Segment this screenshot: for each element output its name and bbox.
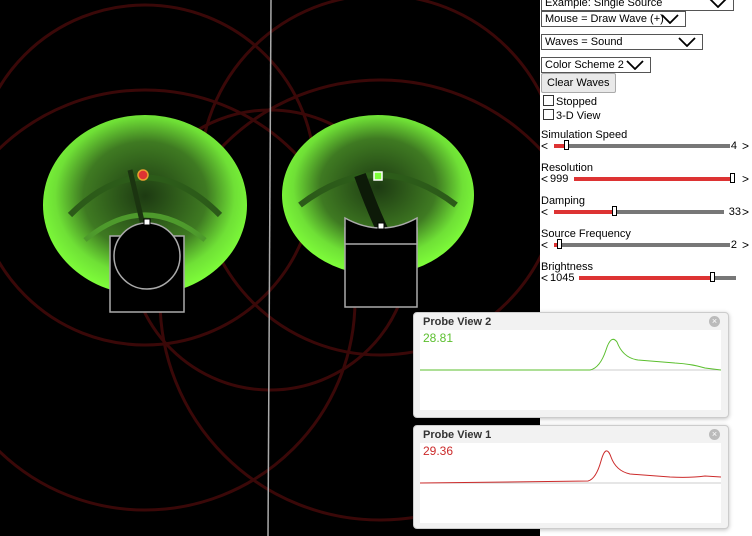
probe-view-2-window[interactable]: Probe View 2 × 28.81 (413, 312, 729, 418)
probe-view-1-window[interactable]: Probe View 1 × 29.36 (413, 425, 729, 529)
slider-thumb[interactable] (710, 272, 716, 282)
clear-waves-button[interactable]: Clear Waves (541, 73, 616, 93)
slider-left-arrow: < (541, 271, 549, 285)
source-frequency-value: 2 (730, 239, 737, 251)
probe-view-1-title: Probe View 1 (423, 429, 492, 441)
slider-left-arrow: < (541, 238, 549, 252)
slider-thumb[interactable] (611, 206, 617, 216)
slider-track[interactable] (554, 239, 730, 249)
simulation-speed-slider[interactable]: < 4 > (541, 139, 749, 153)
stopped-label: Stopped (556, 96, 597, 108)
damping-value: 33 (728, 206, 741, 218)
obstacle-right[interactable] (344, 216, 418, 308)
slider-track[interactable] (574, 173, 736, 183)
slider-track[interactable] (554, 206, 724, 216)
resolution-value: 999 (550, 173, 569, 185)
probe-view-1-waveform (419, 450, 722, 484)
color-scheme-label: Color Scheme 2 (545, 59, 624, 71)
probe-point-icon[interactable] (373, 171, 383, 181)
stopped-checkbox-box[interactable] (543, 95, 554, 106)
simulation-speed-value: 4 (730, 140, 737, 152)
source-frequency-slider[interactable]: < 2 > (541, 238, 749, 252)
3d-view-checkbox[interactable]: 3-D View (543, 109, 600, 122)
3d-view-label: 3-D View (556, 110, 601, 122)
chevron-down-icon (626, 60, 644, 70)
slider-right-arrow: > (741, 238, 749, 252)
stopped-checkbox[interactable]: Stopped (543, 95, 597, 108)
probe-view-2-waveform (420, 338, 722, 371)
slider-thumb[interactable] (730, 173, 736, 183)
example-select-label: Example: Single Source (545, 0, 663, 9)
probe-view-1-value: 29.36 (423, 444, 454, 458)
slider-thumb[interactable] (557, 239, 563, 249)
slider-left-arrow: < (541, 205, 549, 219)
probe-view-1-graph: 29.36 (419, 443, 722, 523)
close-icon[interactable]: × (709, 429, 720, 440)
chevron-down-icon (661, 14, 679, 24)
mouse-select-label: Mouse = Draw Wave (+) (545, 13, 664, 25)
example-select[interactable]: Example: Single Source (541, 0, 734, 11)
slider-track[interactable] (554, 140, 730, 150)
probe-view-2-graph: 28.81 (420, 330, 722, 410)
color-scheme-select[interactable]: Color Scheme 2 (541, 57, 651, 73)
slider-left-arrow: < (541, 172, 549, 186)
3d-view-checkbox-box[interactable] (543, 109, 554, 120)
chevron-down-icon (709, 0, 727, 8)
close-icon[interactable]: × (709, 316, 720, 327)
slider-right-arrow: > (741, 205, 749, 219)
slider-fill (554, 210, 614, 214)
slider-fill (579, 276, 713, 280)
resolution-slider[interactable]: < 999 > (541, 172, 749, 186)
waves-select[interactable]: Waves = Sound (541, 34, 703, 50)
chevron-down-icon (678, 37, 696, 47)
brightness-value: 1045 (550, 272, 575, 284)
source-point-icon[interactable] (137, 169, 149, 181)
brightness-slider[interactable]: < 1045 (541, 271, 749, 285)
slider-thumb[interactable] (564, 140, 570, 150)
mouse-select[interactable]: Mouse = Draw Wave (+) (541, 11, 686, 27)
slider-right-arrow: > (741, 139, 749, 153)
probe-view-2-title: Probe View 2 (423, 316, 492, 328)
slider-fill (574, 177, 733, 181)
slider-left-arrow: < (541, 139, 549, 153)
slider-right-arrow: > (741, 172, 749, 186)
waves-select-label: Waves = Sound (545, 36, 623, 48)
damping-slider[interactable]: < 33 > (541, 205, 749, 219)
probe-view-2-value: 28.81 (423, 331, 454, 345)
slider-track[interactable] (579, 272, 736, 282)
